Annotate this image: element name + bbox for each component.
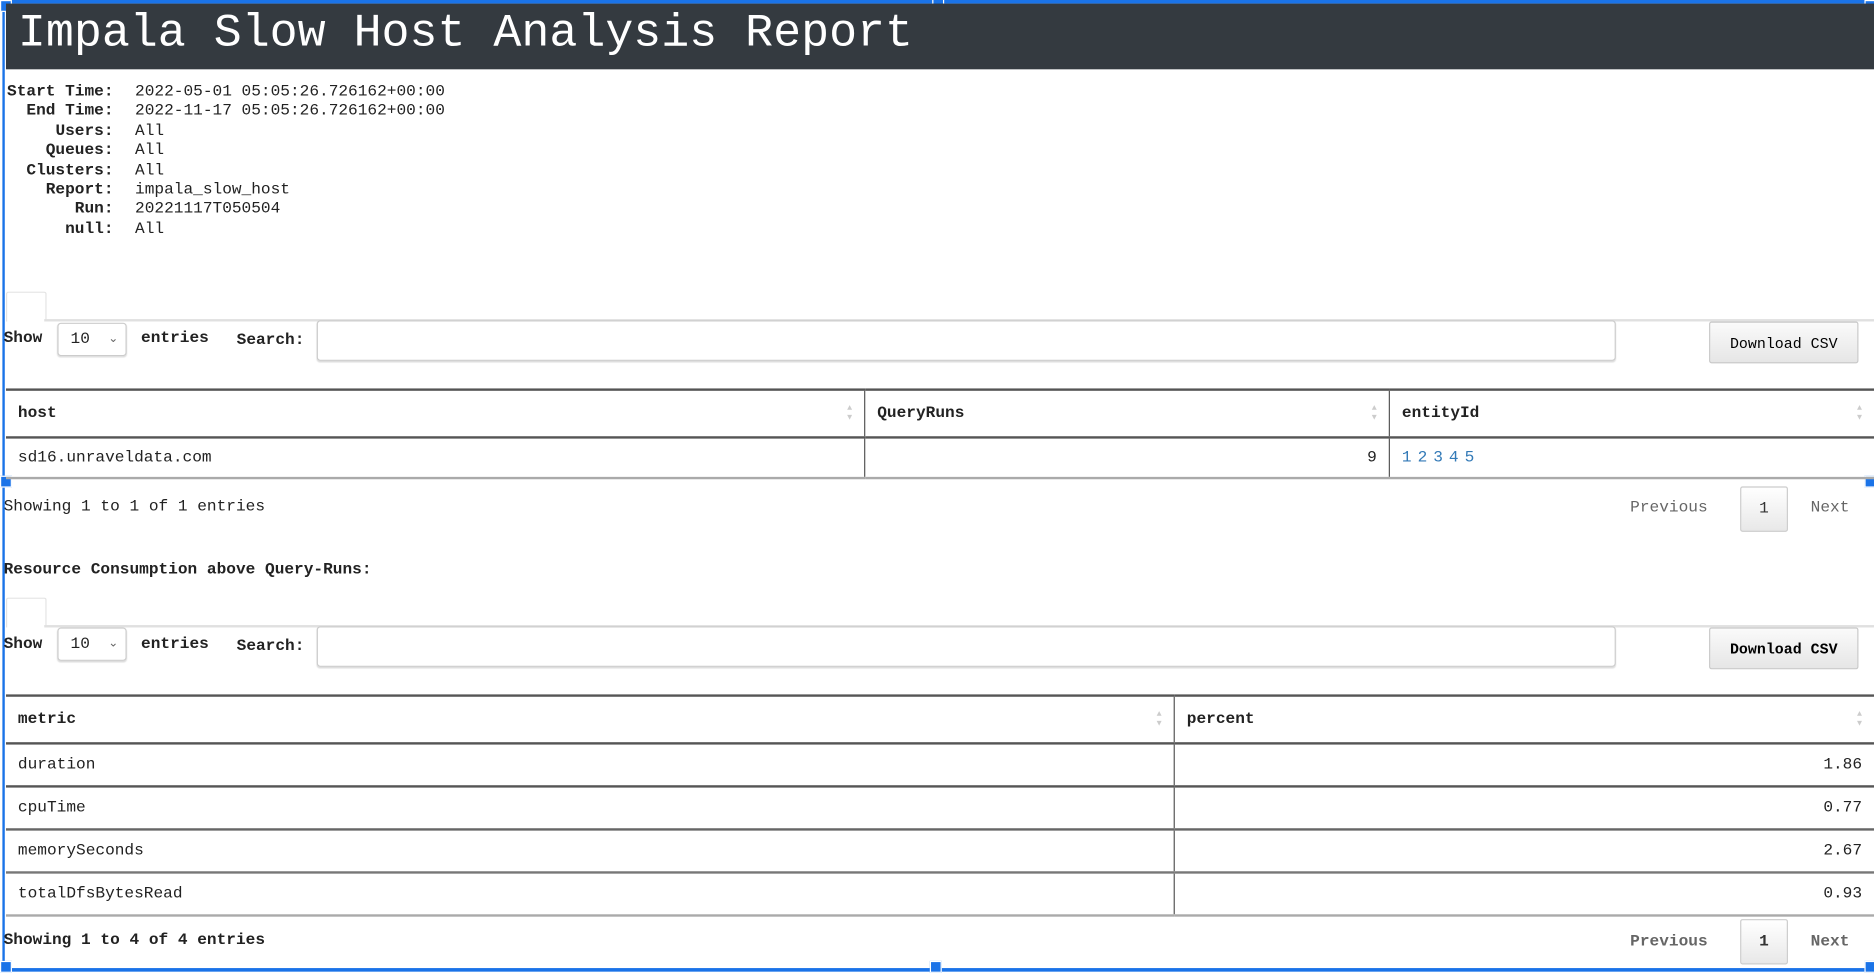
page-1-button[interactable]: 1 — [1740, 486, 1788, 532]
metadata-value: impala_slow_host — [135, 181, 290, 200]
percent-cell: 0.77 — [1173, 786, 1874, 831]
metadata-value: All — [135, 142, 165, 161]
resize-handle[interactable] — [929, 960, 942, 973]
sort-icon: ▲ ▼ — [1371, 403, 1377, 424]
chevron-down-icon: ⌄ — [108, 638, 119, 652]
percent-cell: 0.93 — [1173, 872, 1874, 917]
column-label: QueryRuns — [877, 404, 965, 423]
show-label: Show — [3, 329, 43, 348]
metadata-value: 2022-05-01 05:05:26.726162+00:00 — [135, 83, 445, 102]
column-label: percent — [1186, 710, 1255, 729]
resource-table: metric ▲ ▼ percent ▲ ▼ duration 1.86 cpuTime 0… — [5, 694, 1874, 917]
report-page: Impala Slow Host Analysis Report Start T… — [0, 0, 1874, 974]
metadata-label: Start Time: — [7, 83, 114, 102]
column-header-percent[interactable]: percent ▲ ▼ — [1173, 694, 1874, 745]
metadata-value: All — [135, 162, 165, 180]
column-label: metric — [17, 710, 77, 729]
page-size-select[interactable]: 10 ⌄ — [57, 322, 127, 357]
hosts-table: host ▲ ▼ QueryRuns ▲ ▼ entityId ▲ ▼ sd16.unrav… — [5, 388, 1874, 480]
resize-handle[interactable] — [0, 960, 12, 973]
table-row: duration 1.86 — [5, 743, 1874, 788]
search-label: Search: — [236, 638, 305, 657]
metric-cell: cpuTime — [5, 786, 1175, 831]
previous-button[interactable]: Previous — [1630, 500, 1707, 518]
entity-link[interactable]: 2 — [1418, 449, 1428, 467]
tab-placeholder — [5, 597, 47, 628]
column-header-entityid[interactable]: entityId ▲ ▼ — [1388, 388, 1874, 439]
percent-cell: 1.86 — [1173, 743, 1874, 788]
sort-icon: ▲ ▼ — [1857, 403, 1863, 424]
metadata-value: 2022-11-17 05:05:26.726162+00:00 — [135, 103, 445, 122]
percent-cell: 2.67 — [1173, 829, 1874, 874]
download-csv-button[interactable]: Download CSV — [1709, 321, 1859, 364]
page-size-value: 10 — [70, 331, 90, 349]
metadata-value: All — [135, 122, 165, 141]
show-label: Show — [3, 635, 43, 654]
entries-label: entries — [141, 329, 209, 348]
metric-cell: totalDfsBytesRead — [5, 872, 1175, 917]
chevron-down-icon: ⌄ — [108, 333, 119, 347]
metadata-label: Users: — [55, 122, 114, 141]
table-row: totalDfsBytesRead 0.93 — [5, 872, 1874, 917]
metric-cell: duration — [5, 743, 1175, 788]
sort-icon: ▲ ▼ — [1857, 709, 1863, 730]
queryruns-cell: 9 — [864, 437, 1390, 480]
page-1-button[interactable]: 1 — [1740, 919, 1788, 965]
column-header-queryruns[interactable]: QueryRuns ▲ ▼ — [864, 388, 1390, 439]
column-header-host[interactable]: host ▲ ▼ — [5, 388, 865, 439]
search-input[interactable] — [316, 320, 1616, 361]
entries-label: entries — [141, 635, 209, 654]
metadata-label: Queues: — [45, 142, 114, 161]
search-input[interactable] — [316, 626, 1616, 667]
sort-icon: ▲ ▼ — [1156, 709, 1162, 730]
metadata-value: All — [135, 220, 165, 239]
page-size-select[interactable]: 10 ⌄ — [57, 627, 127, 661]
entity-link[interactable]: 4 — [1449, 449, 1459, 467]
metadata-label: Run: — [74, 201, 114, 220]
table-row: sd16.unraveldata.com 9 12345 — [5, 437, 1874, 480]
metadata-label: Clusters: — [26, 162, 114, 180]
resize-handle[interactable] — [1864, 960, 1874, 973]
host-cell: sd16.unraveldata.com — [5, 437, 865, 480]
page-size-value: 10 — [70, 635, 90, 654]
table-row: cpuTime 0.77 — [5, 786, 1874, 831]
table-info: Showing 1 to 4 of 4 entries — [3, 932, 266, 951]
page-title: Impala Slow Host Analysis Report — [17, 7, 914, 60]
metadata-label: null: — [65, 220, 114, 239]
metadata-value: 20221117T050504 — [135, 201, 281, 220]
metadata-label: Report: — [45, 181, 114, 200]
table-row: memorySeconds 2.67 — [5, 829, 1874, 874]
column-label: entityId — [1401, 404, 1480, 423]
search-label: Search: — [236, 332, 305, 351]
section-title: Resource Consumption above Query-Runs: — [3, 561, 372, 580]
download-csv-button[interactable]: Download CSV — [1709, 627, 1859, 670]
next-button[interactable]: Next — [1811, 933, 1850, 951]
entityid-cell: 12345 — [1388, 437, 1874, 480]
metric-cell: memorySeconds — [5, 829, 1175, 874]
tab-placeholder — [5, 291, 47, 322]
entity-link[interactable]: 5 — [1465, 449, 1475, 467]
sort-icon: ▲ ▼ — [847, 403, 853, 424]
table-info: Showing 1 to 1 of 1 entries — [3, 498, 266, 517]
entity-link[interactable]: 1 — [1402, 449, 1412, 467]
previous-button[interactable]: Previous — [1630, 933, 1707, 951]
metadata-label: End Time: — [26, 103, 114, 122]
entity-link[interactable]: 3 — [1433, 449, 1443, 467]
column-header-metric[interactable]: metric ▲ ▼ — [5, 694, 1175, 745]
next-button[interactable]: Next — [1811, 500, 1850, 518]
column-label: host — [17, 404, 57, 423]
